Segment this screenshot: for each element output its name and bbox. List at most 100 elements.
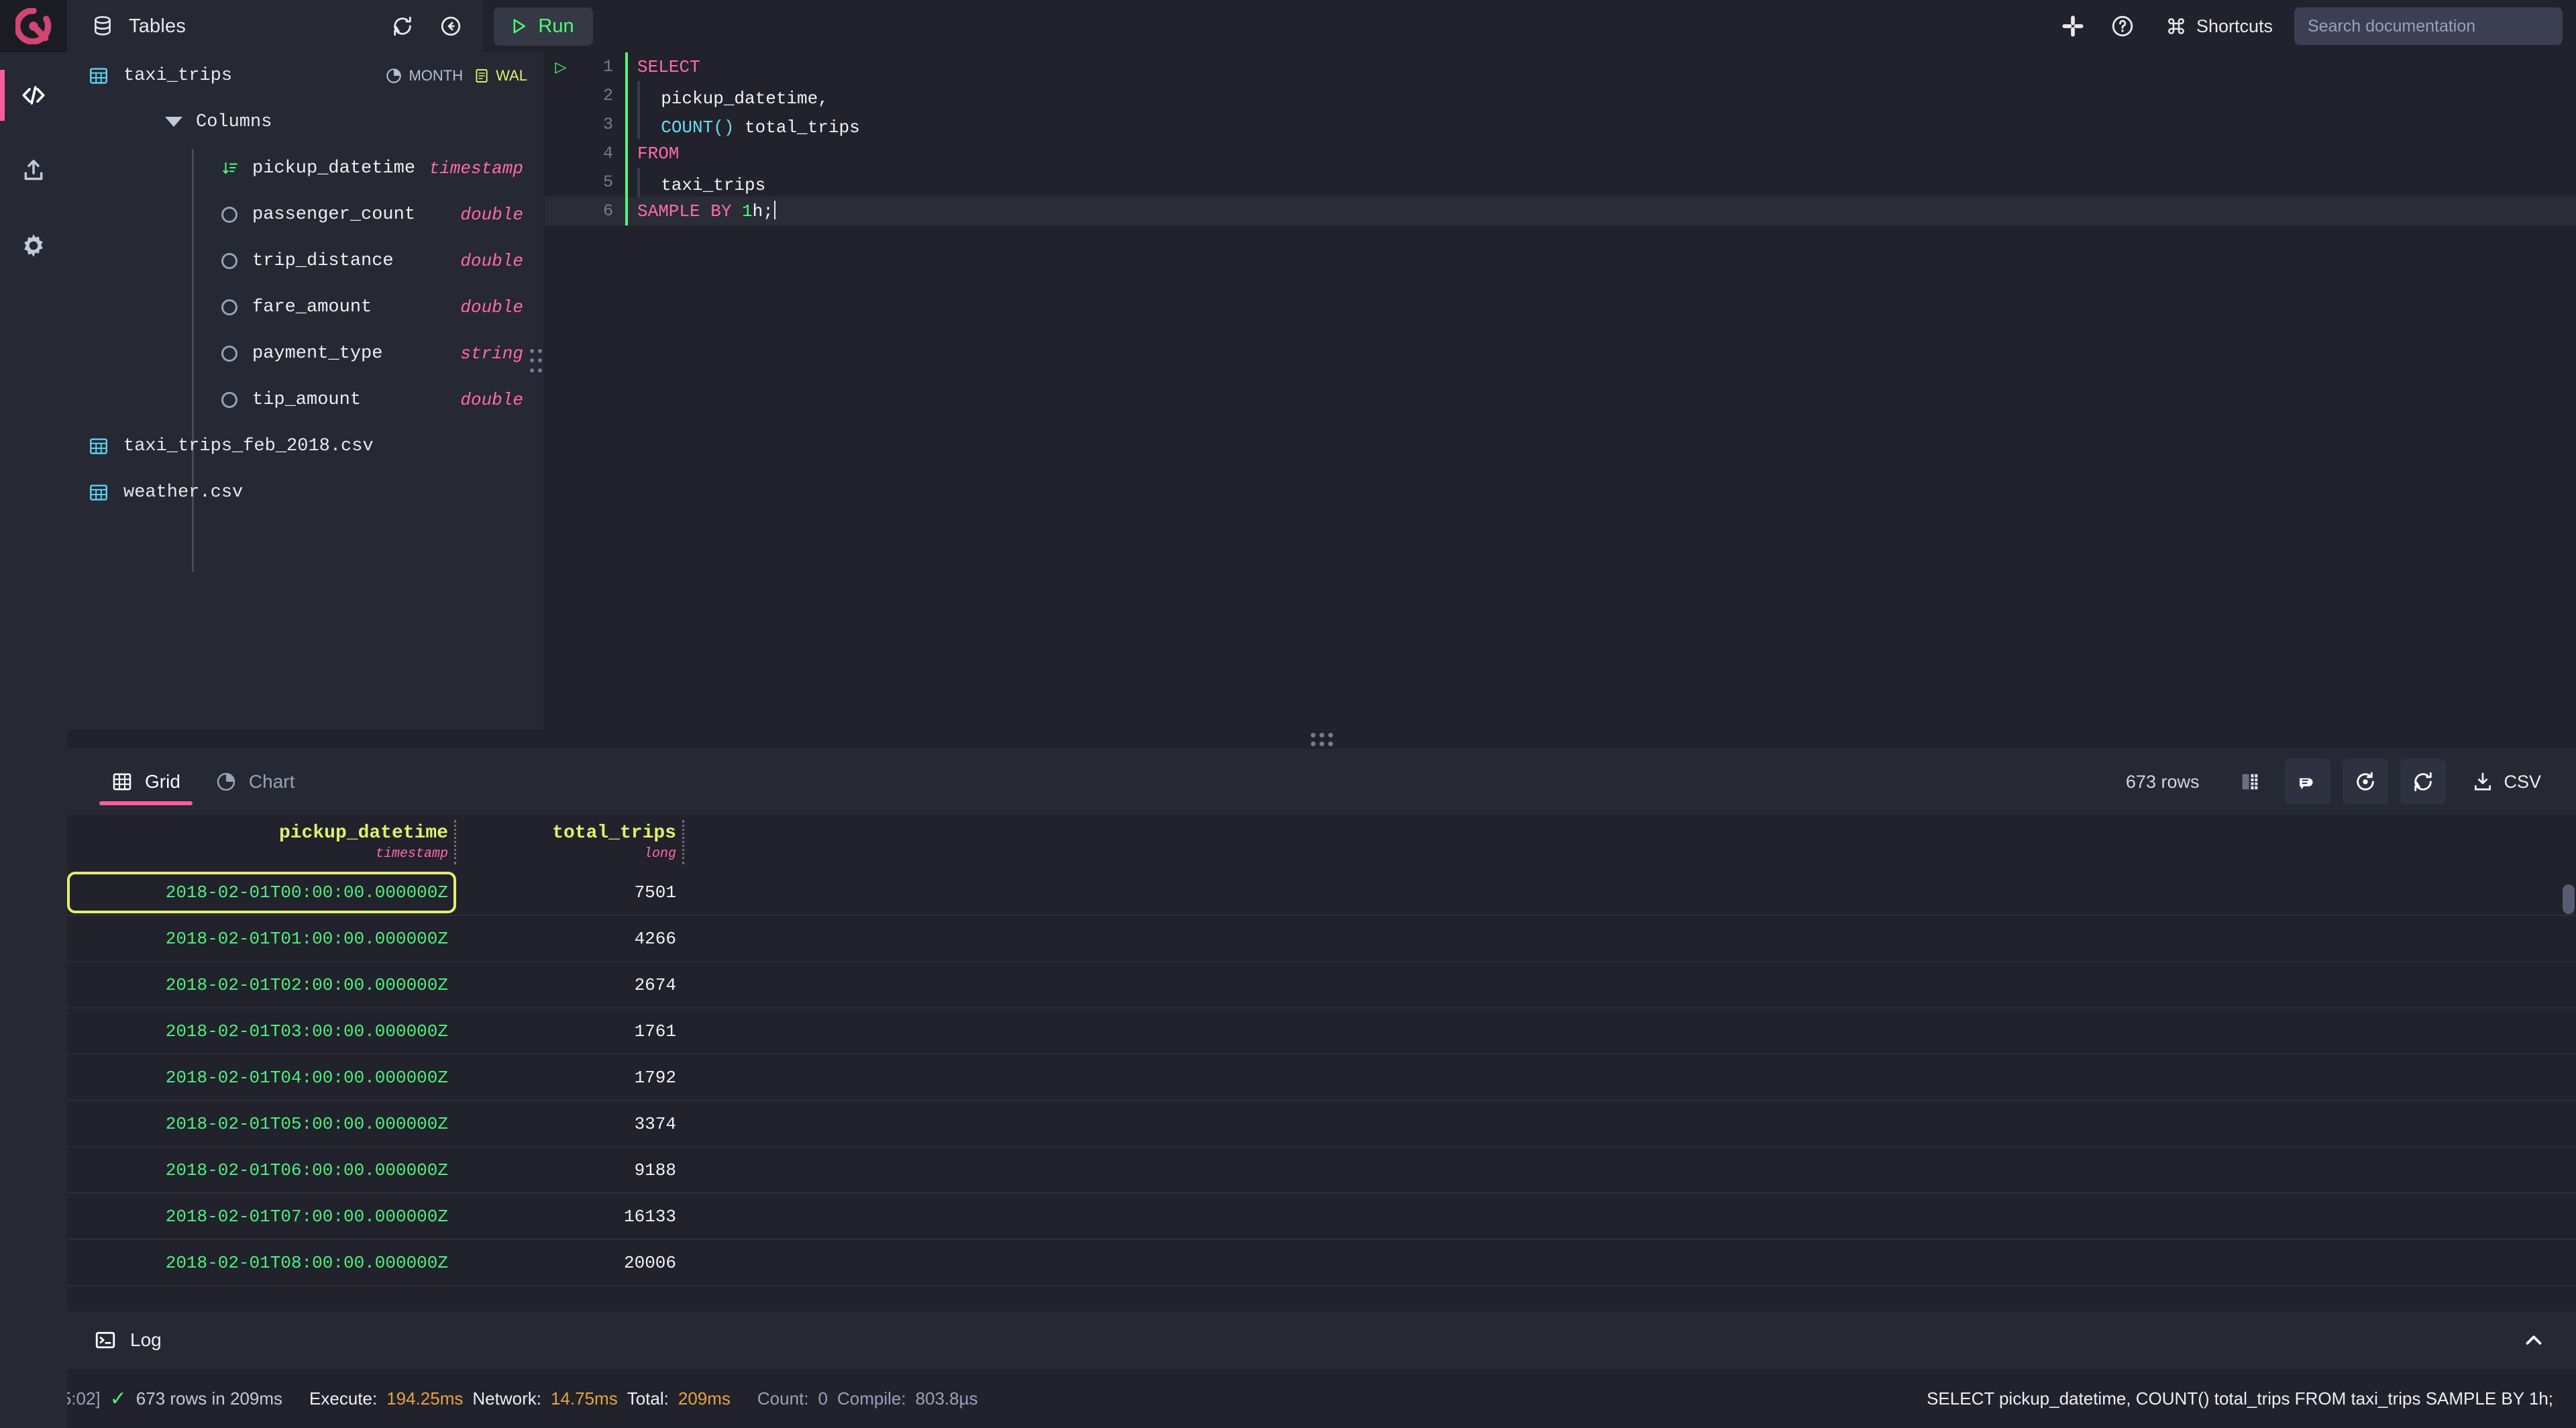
log-label: Log: [130, 1329, 162, 1351]
column-name: pickup_datetime: [252, 158, 415, 178]
grid-header-total-trips[interactable]: total_trips long: [456, 815, 684, 870]
results-grid[interactable]: pickup_datetime timestamp total_trips lo…: [67, 815, 2576, 1311]
cell-pickup-datetime[interactable]: 2018-02-01T03:00:00.000000Z: [67, 1008, 456, 1054]
column-item-pickup-datetime[interactable]: pickup_datetime timestamp: [67, 145, 543, 191]
cell-pickup-datetime[interactable]: 2018-02-01T01:00:00.000000Z: [67, 915, 456, 962]
cell-pickup-datetime[interactable]: 2018-02-01T06:00:00.000000Z: [67, 1147, 456, 1193]
table-row[interactable]: 2018-02-01T00:00:00.000000Z 7501: [67, 870, 2576, 916]
pie-chart-icon: [215, 771, 237, 793]
horizontal-splitter[interactable]: [67, 730, 2576, 749]
search-documentation-input[interactable]: [2294, 7, 2563, 45]
table-row[interactable]: 2018-02-01T08:00:00.000000Z 20006: [67, 1240, 2576, 1286]
execute-label: Execute:: [309, 1388, 377, 1409]
slack-button[interactable]: [2051, 5, 2094, 48]
grid-header-row: pickup_datetime timestamp total_trips lo…: [67, 815, 2576, 870]
column-dot-icon: [221, 253, 237, 269]
sql-editor[interactable]: ▷ 1 SELECT 2 pickup_datetime, 3 COUNT() …: [545, 52, 2576, 730]
sidebar-resize-handle[interactable]: [530, 349, 542, 374]
table-row[interactable]: 2018-02-01T07:00:00.000000Z 16133: [67, 1194, 2576, 1240]
column-item-payment-type[interactable]: payment_type string: [67, 330, 543, 376]
freeze-columns-button[interactable]: [2227, 759, 2273, 805]
tab-grid[interactable]: Grid: [94, 749, 198, 815]
cell-total-trips[interactable]: 2674: [456, 962, 684, 1008]
code-line: 5 taxi_trips: [545, 168, 2576, 197]
code-text: SAMPLE BY 1h;: [628, 201, 775, 221]
cell-total-trips[interactable]: 9188: [456, 1147, 684, 1193]
help-button[interactable]: [2101, 5, 2144, 48]
gear-icon: [20, 232, 47, 259]
help-circle-icon: [2110, 14, 2135, 38]
rail-item-settings[interactable]: [0, 220, 67, 271]
column-item-tip-amount[interactable]: tip_amount double: [67, 376, 543, 423]
table-row[interactable]: 2018-02-01T02:00:00.000000Z 2674: [67, 962, 2576, 1009]
cell-total-trips[interactable]: 1792: [456, 1054, 684, 1101]
cell-pickup-datetime[interactable]: 2018-02-01T04:00:00.000000Z: [67, 1054, 456, 1101]
code-text: taxi_trips: [628, 168, 765, 197]
collapse-log-button[interactable]: [2512, 1318, 2556, 1362]
export-csv-label: CSV: [2504, 772, 2541, 793]
cell-total-trips[interactable]: 20006: [456, 1239, 684, 1286]
check-icon: ✓: [110, 1387, 127, 1411]
collapse-panel-button[interactable]: [429, 5, 472, 48]
status-query-text: SELECT pickup_datetime, COUNT() total_tr…: [1927, 1388, 2553, 1409]
run-button[interactable]: Run: [494, 7, 592, 46]
columns-label: Columns: [196, 112, 272, 132]
cell-pickup-datetime[interactable]: 2018-02-01T00:00:00.000000Z: [67, 872, 456, 913]
column-dot-icon: [221, 346, 237, 362]
refresh-tables-button[interactable]: [381, 5, 424, 48]
column-item-fare-amount[interactable]: fare_amount double: [67, 284, 543, 330]
document-icon: [474, 68, 490, 84]
table-row[interactable]: 2018-02-01T06:00:00.000000Z 9188: [67, 1148, 2576, 1194]
code-line: 3 COUNT() total_trips: [545, 110, 2576, 139]
cell-pickup-datetime[interactable]: 2018-02-01T05:00:00.000000Z: [67, 1101, 456, 1147]
cell-total-trips[interactable]: 1761: [456, 1008, 684, 1054]
export-csv-button[interactable]: CSV: [2458, 761, 2555, 803]
grid-scrollbar-thumb[interactable]: [2563, 884, 2575, 914]
table-item-taxi-trips-feb-2018-csv[interactable]: taxi_trips_feb_2018.csv: [67, 423, 543, 469]
line-number: 4: [577, 144, 625, 163]
column-name: tip_amount: [252, 390, 361, 410]
log-bar: Log: [67, 1311, 2576, 1369]
tables-title: Tables: [129, 15, 186, 38]
compile-label: Compile:: [837, 1388, 906, 1409]
app-logo[interactable]: [0, 0, 67, 52]
table-icon: [89, 436, 109, 456]
wal-badge: WAL: [474, 67, 527, 85]
table-row[interactable]: 2018-02-01T01:00:00.000000Z 4266: [67, 916, 2576, 962]
refresh-results-button[interactable]: [2400, 759, 2446, 805]
cell-pickup-datetime[interactable]: 2018-02-01T08:00:00.000000Z: [67, 1239, 456, 1286]
table-name: taxi_trips_feb_2018.csv: [123, 436, 374, 456]
cell-total-trips[interactable]: 3374: [456, 1101, 684, 1147]
shortcuts-button[interactable]: Shortcuts: [2151, 6, 2288, 46]
log-toggle[interactable]: Log: [94, 1329, 162, 1352]
cell-pickup-datetime[interactable]: 2018-02-01T07:00:00.000000Z: [67, 1193, 456, 1239]
column-item-trip-distance[interactable]: trip_distance double: [67, 238, 543, 284]
code-line: 4 FROM: [545, 139, 2576, 168]
table-item-weather-csv[interactable]: weather.csv: [67, 469, 543, 515]
designated-timestamp-icon: [221, 160, 239, 177]
run-line-icon[interactable]: ▷: [545, 58, 577, 76]
table-item-taxi-trips[interactable]: taxi_trips MONTH WAL: [67, 52, 543, 99]
tables-panel-header: Tables: [67, 0, 483, 52]
grid-header-pickup-datetime[interactable]: pickup_datetime timestamp: [67, 815, 456, 870]
cell-total-trips[interactable]: 7501: [456, 869, 684, 915]
partition-badge: MONTH: [385, 67, 463, 85]
table-row[interactable]: 2018-02-01T03:00:00.000000Z 1761: [67, 1009, 2576, 1055]
rail-item-import[interactable]: [0, 145, 67, 196]
cell-pickup-datetime[interactable]: 2018-02-01T02:00:00.000000Z: [67, 962, 456, 1008]
table-row[interactable]: 2018-02-01T04:00:00.000000Z 1792: [67, 1055, 2576, 1101]
total-value: 209ms: [678, 1388, 731, 1409]
cell-total-trips[interactable]: 16133: [456, 1193, 684, 1239]
rail-item-console[interactable]: [0, 70, 67, 121]
cell-total-trips[interactable]: 4266: [456, 915, 684, 962]
column-item-passenger-count[interactable]: passenger_count double: [67, 191, 543, 238]
tab-chart[interactable]: Chart: [198, 749, 312, 815]
column-type: double: [460, 390, 543, 410]
code-icon: [19, 81, 48, 109]
column-visibility-button[interactable]: [2285, 759, 2330, 805]
caret-down-icon: [165, 117, 182, 127]
history-button[interactable]: [2343, 759, 2388, 805]
table-row[interactable]: 2018-02-01T05:00:00.000000Z 3374: [67, 1101, 2576, 1148]
columns-group-toggle[interactable]: Columns: [67, 99, 543, 145]
table-name: weather.csv: [123, 482, 243, 503]
